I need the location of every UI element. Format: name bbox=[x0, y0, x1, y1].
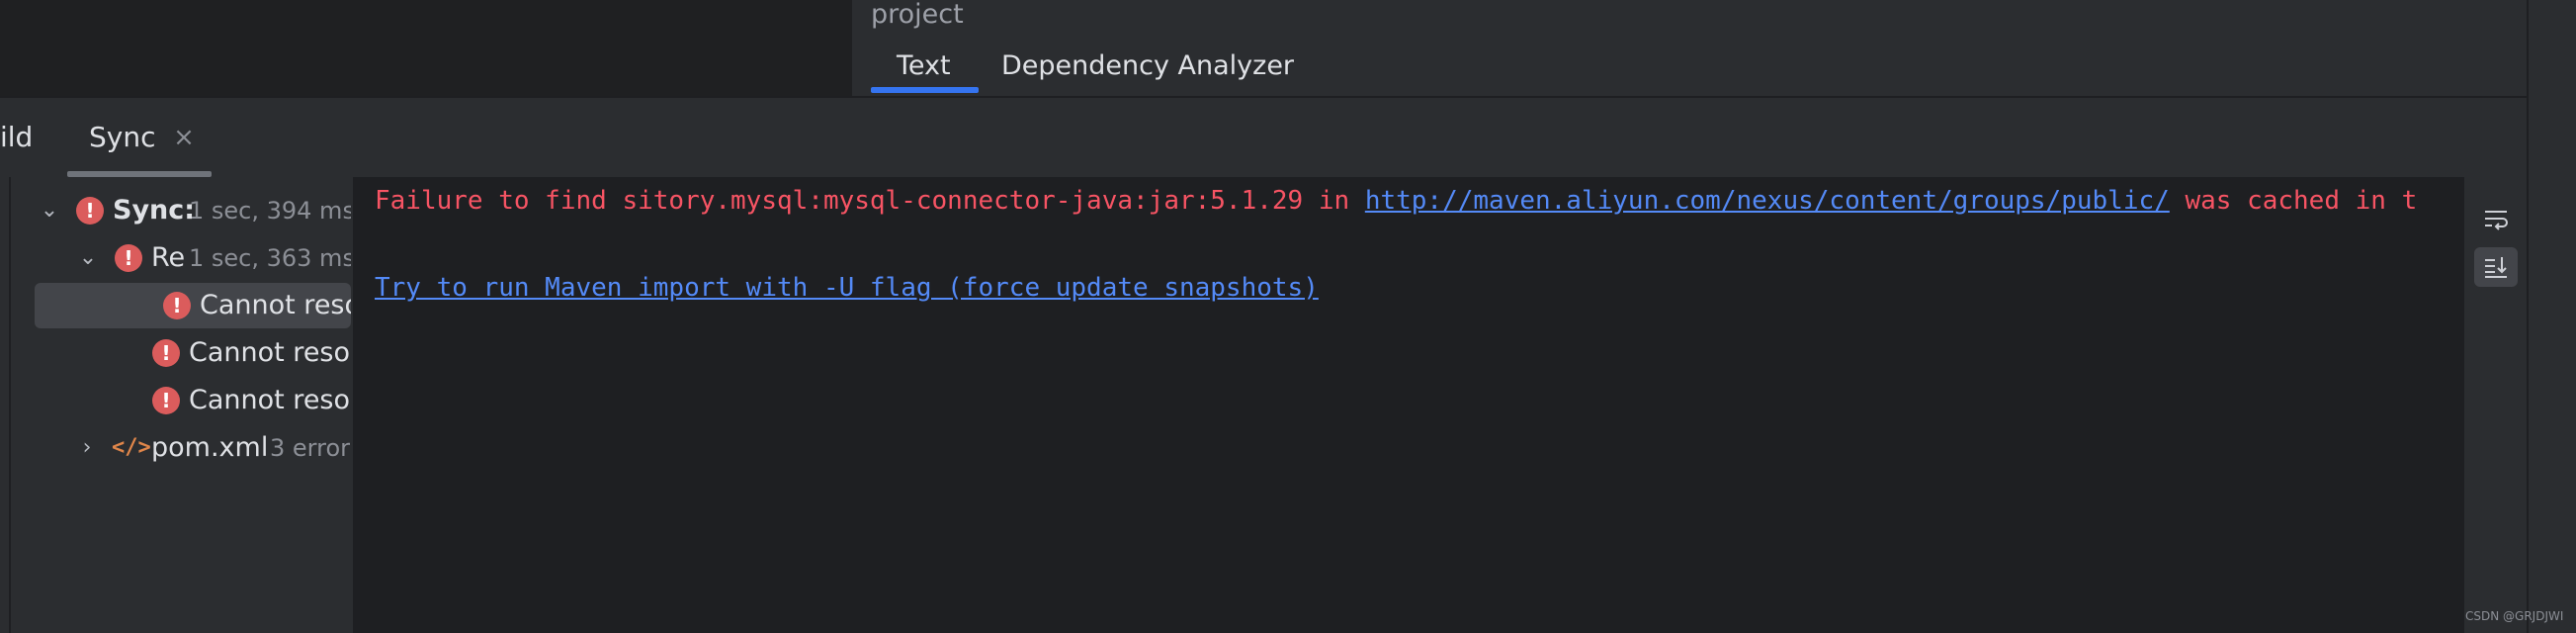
error-icon: ! bbox=[152, 339, 180, 367]
chevron-right-icon[interactable]: › bbox=[76, 435, 98, 461]
tree-node-error-count: 3 error bbox=[270, 434, 350, 462]
error-icon: ! bbox=[115, 244, 142, 272]
tab-dependency-analyzer[interactable]: Dependency Analyzer bbox=[1001, 40, 1294, 93]
console-hint-line: Try to run Maven import with -U flag (fo… bbox=[375, 268, 1319, 308]
active-tab-indicator bbox=[871, 87, 979, 93]
error-message-prefix: Failure to find sitory.mysql:mysql-conne… bbox=[375, 186, 1365, 216]
build-tool-window-tabbar bbox=[0, 98, 2527, 177]
tree-node-label: Cannot resolv bbox=[189, 337, 351, 368]
console-output[interactable]: Failure to find sitory.mysql:mysql-conne… bbox=[353, 177, 2464, 633]
repository-link[interactable]: http://maven.aliyun.com/nexus/content/gr… bbox=[1365, 186, 2170, 216]
console-error-line: Failure to find sitory.mysql:mysql-conne… bbox=[375, 181, 2417, 221]
error-icon: ! bbox=[76, 197, 104, 225]
tree-node-duration: 1 sec, 394 ms bbox=[189, 197, 351, 225]
tree-node-cannot-resolve-2[interactable]: ! Cannot resolv bbox=[11, 330, 351, 376]
xml-file-icon: </> bbox=[112, 435, 151, 460]
scroll-to-end-icon bbox=[2485, 257, 2507, 278]
ide-window: project Text Dependency Analyzer ild Syn… bbox=[0, 0, 2576, 633]
tree-node-label: Cannot resolv bbox=[189, 385, 351, 415]
tree-node-label: Sync: bbox=[113, 195, 196, 226]
tree-gutter bbox=[0, 177, 11, 633]
scroll-to-end-button[interactable] bbox=[2474, 247, 2518, 287]
close-icon[interactable]: × bbox=[171, 120, 197, 155]
error-icon: ! bbox=[152, 387, 180, 414]
tree-node-cannot-resolve-1[interactable]: ! Cannot resolv bbox=[35, 283, 351, 328]
tree-node-re[interactable]: ⌄ ! Re 1 sec, 363 ms bbox=[11, 235, 351, 281]
chevron-down-icon[interactable]: ⌄ bbox=[77, 245, 99, 271]
chevron-down-icon[interactable]: ⌄ bbox=[39, 198, 60, 224]
soft-wrap-icon bbox=[2485, 211, 2508, 230]
top-left-strip bbox=[0, 0, 852, 96]
build-tool-window-title: ild bbox=[0, 121, 34, 153]
tree-node-label: Re bbox=[151, 242, 186, 273]
soft-wrap-button[interactable] bbox=[2474, 199, 2518, 238]
tab-sync[interactable]: Sync bbox=[89, 118, 155, 157]
error-icon: ! bbox=[163, 292, 191, 319]
right-tool-strip bbox=[2529, 0, 2576, 633]
tree-node-label: pom.xml bbox=[151, 432, 269, 463]
force-update-link[interactable]: Try to run Maven import with -U flag (fo… bbox=[375, 273, 1319, 303]
sync-tree: ⌄ ! Sync: 1 sec, 394 ms ⌄ ! Re 1 sec, 36… bbox=[11, 177, 351, 633]
tree-node-sync[interactable]: ⌄ ! Sync: 1 sec, 394 ms bbox=[11, 188, 351, 233]
tree-node-cannot-resolve-3[interactable]: ! Cannot resolv bbox=[11, 378, 351, 423]
tree-node-duration: 1 sec, 363 ms bbox=[189, 244, 351, 272]
watermark-text: CSDN @GRJDJWI bbox=[2465, 609, 2564, 623]
editor-header-text: project bbox=[871, 0, 964, 30]
console-toolbar bbox=[2464, 177, 2527, 633]
tree-node-label: Cannot resolv bbox=[200, 290, 351, 320]
error-message-suffix: was cached in t bbox=[2169, 186, 2418, 216]
tab-text[interactable]: Text bbox=[897, 40, 951, 93]
tree-node-pom-xml[interactable]: › </> pom.xml 3 error bbox=[11, 425, 351, 471]
